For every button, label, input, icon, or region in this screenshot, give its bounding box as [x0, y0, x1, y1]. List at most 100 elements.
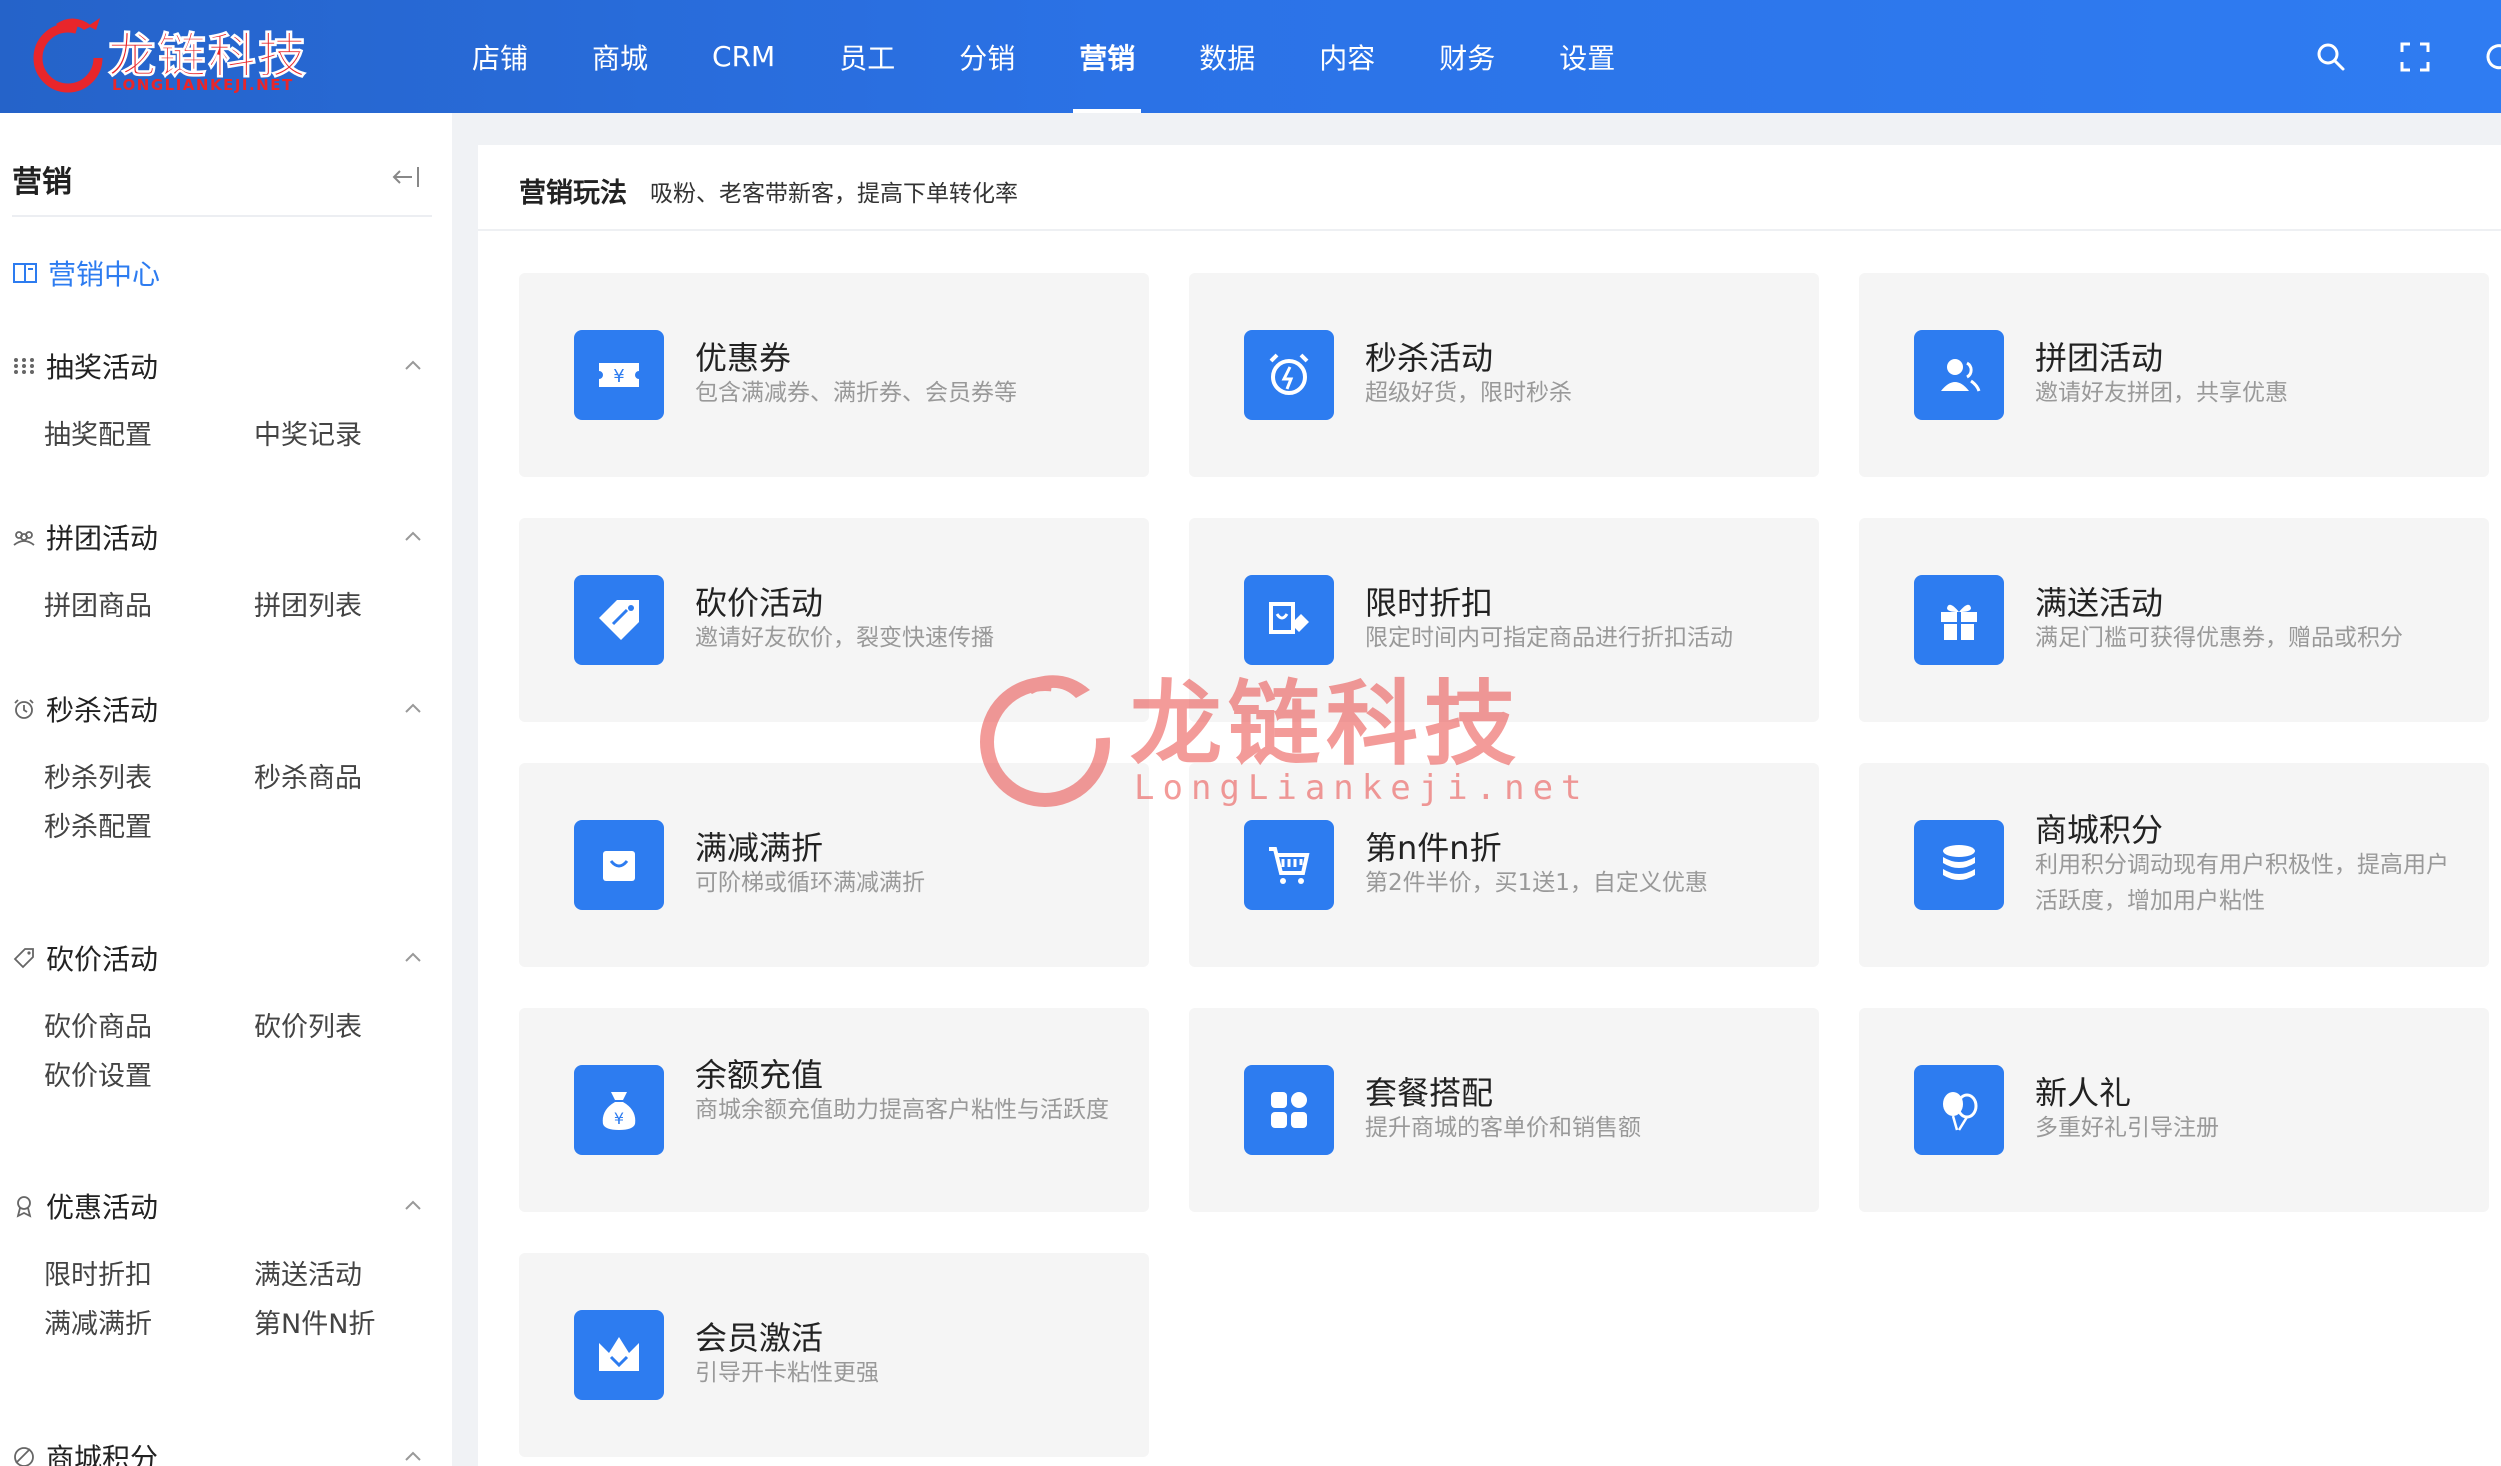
card-mall-points[interactable]: 商城积分 利用积分调动现有用户积极性，提高用户活跃度，增加用户粘性: [1859, 763, 2489, 967]
chevron-up-icon[interactable]: [404, 701, 422, 715]
nav-item-distribution[interactable]: 分销: [927, 0, 1047, 113]
refresh-icon[interactable]: [2483, 41, 2501, 73]
sidebar-item-group-list[interactable]: 拼团列表: [222, 584, 432, 623]
card-coupon[interactable]: ¥ 优惠券 包含满减券、满折券、会员券等: [519, 273, 1149, 477]
card-member-activation[interactable]: 会员激活 引导开卡粘性更强: [519, 1253, 1149, 1457]
sidebar-group-header[interactable]: 优惠活动: [12, 1178, 432, 1234]
card-limited-discount[interactable]: 限时折扣 限定时间内可指定商品进行折扣活动: [1189, 518, 1819, 722]
card-desc: 限定时间内可指定商品进行折扣活动: [1365, 625, 1733, 651]
card-newcomer-gift[interactable]: 新人礼 多重好礼引导注册: [1859, 1008, 2489, 1212]
card-nth-discount[interactable]: 第n件n折 第2件半价，买1送1，自定义优惠: [1189, 763, 1819, 967]
logo[interactable]: 龙链科技 LONGLIANKEJI.NET: [28, 10, 328, 102]
sidebar-group-label: 砍价活动: [46, 943, 159, 976]
sidebar-item-bargain-list[interactable]: 砍价列表: [222, 1005, 432, 1044]
sidebar-item-gift-activity[interactable]: 满送活动: [222, 1253, 432, 1292]
price-tag-icon: [574, 575, 664, 665]
sidebar-item-lottery-config[interactable]: 抽奖配置: [12, 413, 222, 452]
nav-item-crm[interactable]: CRM: [680, 0, 807, 113]
card-bundle[interactable]: 套餐搭配 提升商城的客单价和销售额: [1189, 1008, 1819, 1212]
card-desc: 提升商城的客单价和销售额: [1365, 1115, 1641, 1141]
sidebar-item-flash-products[interactable]: 秒杀商品: [222, 756, 432, 795]
users-icon: [1914, 330, 2004, 420]
card-gift-activity[interactable]: 满送活动 满足门槛可获得优惠券，赠品或积分: [1859, 518, 2489, 722]
tag-icon: [13, 948, 34, 969]
nav-item-marketing[interactable]: 营销: [1047, 0, 1167, 113]
nav-item-data[interactable]: 数据: [1167, 0, 1287, 113]
chevron-up-icon[interactable]: [404, 1198, 422, 1212]
nav-item-content[interactable]: 内容: [1287, 0, 1407, 113]
chevron-up-icon[interactable]: [404, 358, 422, 372]
sidebar-group-header[interactable]: 商城积分: [12, 1429, 432, 1466]
sidebar-item-bargain-settings[interactable]: 砍价设置: [12, 1054, 228, 1093]
card-title: 满送活动: [2035, 584, 2164, 622]
sidebar-group-header[interactable]: 拼团活动: [12, 509, 432, 565]
card-desc: 邀请好友砍价，裂变快速传播: [695, 625, 994, 651]
nav-item-settings[interactable]: 设置: [1527, 0, 1647, 113]
nav-item-store[interactable]: 店铺: [440, 0, 560, 113]
card-desc: 多重好礼引导注册: [2035, 1115, 2219, 1141]
collapse-sidebar-icon[interactable]: [390, 163, 422, 191]
dragon-logo-icon: [33, 18, 103, 93]
alarm-icon: [14, 699, 34, 719]
sidebar-item-flash-config[interactable]: 秒杀配置: [12, 805, 228, 844]
coin-icon: [14, 1447, 34, 1466]
sidebar-group-header[interactable]: 抽奖活动: [12, 338, 432, 394]
bundle-icon: [1244, 1065, 1334, 1155]
sidebar-group-label: 秒杀活动: [46, 694, 159, 727]
money-bag-icon: ¥: [574, 1065, 664, 1155]
page-title: 营销玩法: [519, 178, 627, 209]
card-desc: 满足门槛可获得优惠券，赠品或积分: [2035, 625, 2403, 651]
card-full-reduction[interactable]: 满减满折 可阶梯或循环满减满折: [519, 763, 1149, 967]
card-desc: 第2件半价，买1送1，自定义优惠: [1365, 870, 1708, 896]
main-nav: 店铺 商城 CRM 员工 分销 营销 数据 内容 财务 设置: [440, 0, 1647, 113]
sidebar-item-marketing-center[interactable]: 营销中心: [12, 248, 160, 298]
sidebar-group-header[interactable]: 秒杀活动: [12, 681, 432, 737]
search-icon[interactable]: [2315, 41, 2347, 73]
card-flash-sale[interactable]: 秒杀活动 超级好货，限时秒杀: [1189, 273, 1819, 477]
sidebar-item-limited-discount[interactable]: 限时折扣: [12, 1253, 222, 1292]
card-title: 拼团活动: [2035, 339, 2164, 377]
medal-icon: [16, 1196, 32, 1218]
sidebar-group-label: 优惠活动: [46, 1191, 159, 1224]
chevron-up-icon[interactable]: [404, 950, 422, 964]
sidebar-item-nth-discount[interactable]: 第N件N折: [222, 1302, 432, 1341]
panel-header: 营销玩法 吸粉、老客带新客，提高下单转化率: [478, 145, 2501, 231]
sidebar-item-full-reduction[interactable]: 满减满折: [12, 1302, 222, 1341]
sidebar-group-label: 拼团活动: [46, 522, 159, 555]
nav-item-finance[interactable]: 财务: [1407, 0, 1527, 113]
top-toolbar: [2315, 0, 2501, 113]
sidebar-group-header[interactable]: 砍价活动: [12, 930, 432, 986]
nav-item-mall[interactable]: 商城: [560, 0, 680, 113]
chevron-up-icon[interactable]: [404, 529, 422, 543]
nav-item-staff[interactable]: 员工: [807, 0, 927, 113]
discount-tag-icon: [1244, 575, 1334, 665]
card-desc: 邀请好友拼团，共享优惠: [2035, 380, 2288, 406]
card-group-buy[interactable]: 拼团活动 邀请好友拼团，共享优惠: [1859, 273, 2489, 477]
sidebar-item-label: 营销中心: [48, 258, 161, 291]
svg-text:¥: ¥: [614, 1109, 624, 1128]
fullscreen-icon[interactable]: [2399, 41, 2431, 73]
sidebar-item-bargain-products[interactable]: 砍价商品: [12, 1005, 222, 1044]
sidebar-item-flash-list[interactable]: 秒杀列表: [12, 756, 222, 795]
chevron-up-icon[interactable]: [404, 1449, 422, 1463]
page-subtitle: 吸粉、老客带新客，提高下单转化率: [650, 181, 1018, 207]
grid-dots-icon: [14, 358, 34, 374]
sidebar-group-group-buy: 拼团活动 拼团商品 拼团列表: [12, 509, 432, 641]
cart-icon: [1244, 820, 1334, 910]
top-navbar: 龙链科技 LONGLIANKEJI.NET 店铺 商城 CRM 员工 分销 营销…: [0, 0, 2501, 113]
card-desc: 利用积分调动现有用户积极性，提高用户活跃度，增加用户粘性: [2035, 852, 2449, 914]
sidebar-item-winning-records[interactable]: 中奖记录: [222, 413, 432, 452]
gift-icon: [1914, 575, 2004, 665]
crown-icon: [574, 1310, 664, 1400]
card-balance-recharge[interactable]: ¥ 余额充值 商城余额充值助力提高客户粘性与活跃度: [519, 1008, 1149, 1212]
sidebar-item-group-products[interactable]: 拼团商品: [12, 584, 222, 623]
sidebar-group-flash-sale: 秒杀活动 秒杀列表 秒杀商品 秒杀配置: [12, 681, 432, 845]
card-bargain[interactable]: 砍价活动 邀请好友砍价，裂变快速传播: [519, 518, 1149, 722]
card-desc: 包含满减券、满折券、会员券等: [695, 380, 1017, 406]
group-icon: [13, 531, 35, 546]
book-icon: [13, 263, 37, 283]
card-title: 砍价活动: [695, 584, 824, 622]
balloon-icon: [1914, 1065, 2004, 1155]
points-stack-icon: [1914, 820, 2004, 910]
card-title: 会员激活: [695, 1319, 824, 1357]
